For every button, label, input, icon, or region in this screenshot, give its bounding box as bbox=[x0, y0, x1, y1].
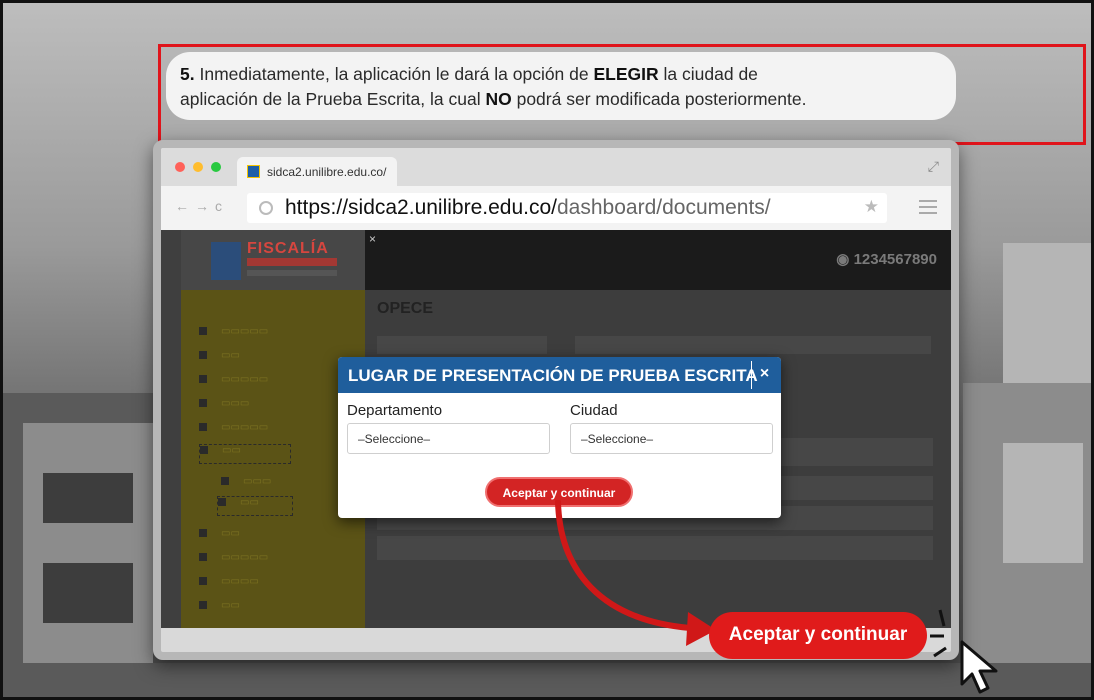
url-field[interactable]: https://sidca2.unilibre.edu.co/dashboard… bbox=[247, 193, 887, 223]
modal-header: LUGAR DE PRESENTACIÓN DE PRUEBA ESCRITA … bbox=[338, 357, 781, 393]
browser-tab[interactable]: sidca2.unilibre.edu.co/ bbox=[237, 157, 397, 186]
sidebar-item-2[interactable]: ▭▭ bbox=[199, 350, 240, 361]
url-path: dashboard/documents/ bbox=[557, 196, 771, 219]
mouse-cursor-icon bbox=[960, 640, 998, 694]
modal-close-button[interactable]: × bbox=[751, 361, 777, 389]
banner-line-2: aplicación de la Prueba Escrita, la cual… bbox=[180, 89, 807, 109]
close-window-dot[interactable] bbox=[175, 162, 185, 172]
logo-text: FISCALÍA bbox=[247, 240, 329, 257]
sidebar-item-7[interactable]: ▭▭ bbox=[199, 528, 240, 539]
ciudad-label: Ciudad bbox=[570, 402, 618, 419]
sidebar-item-1[interactable]: ▭▭▭▭▭ bbox=[199, 326, 268, 337]
departamento-select[interactable]: –Seleccione– bbox=[347, 423, 550, 454]
city-selection-modal: LUGAR DE PRESENTACIÓN DE PRUEBA ESCRITA … bbox=[338, 357, 781, 518]
sidebar-item-10[interactable]: ▭▭ bbox=[199, 600, 240, 611]
nav-buttons[interactable]: ←→c bbox=[175, 198, 228, 214]
tab-bar: sidca2.unilibre.edu.co/ ⤢ bbox=[161, 148, 951, 186]
fiscalia-emblem-icon bbox=[211, 242, 241, 280]
sidebar-item-9[interactable]: ▭▭▭▭ bbox=[199, 576, 259, 587]
ciudad-select[interactable]: –Seleccione– bbox=[570, 423, 773, 454]
ghost-field bbox=[575, 336, 931, 354]
sidebar-item-3[interactable]: ▭▭▭▭▭ bbox=[199, 374, 268, 385]
logo-tagline bbox=[247, 270, 337, 276]
favicon-icon bbox=[247, 165, 260, 178]
ghost-field bbox=[377, 336, 547, 354]
logo-subtitle bbox=[247, 258, 337, 266]
globe-icon bbox=[259, 201, 273, 215]
departamento-label: Departamento bbox=[347, 402, 443, 419]
callout-accept-button[interactable]: Aceptar y continuar bbox=[709, 612, 927, 659]
address-bar: ←→c https://sidca2.unilibre.edu.co/dashb… bbox=[161, 186, 951, 230]
page-title: OPECE bbox=[377, 300, 434, 317]
user-id[interactable]: ◉ 1234567890 bbox=[836, 250, 937, 268]
logo-area: FISCALÍA bbox=[181, 230, 365, 290]
tab-title: sidca2.unilibre.edu.co/ bbox=[267, 165, 387, 179]
modal-title: LUGAR DE PRESENTACIÓN DE PRUEBA ESCRITA bbox=[348, 366, 758, 385]
instruction-banner: 5. Inmediatamente, la aplicación le dará… bbox=[166, 52, 956, 120]
menu-icon[interactable] bbox=[919, 200, 937, 214]
sidebar-item-8[interactable]: ▭▭▭▭▭ bbox=[199, 552, 268, 563]
banner-line-1: 5. Inmediatamente, la aplicación le dará… bbox=[180, 64, 758, 84]
sidebar-item-4[interactable]: ▭▭▭ bbox=[199, 398, 249, 409]
sidebar-item-6[interactable]: ▭▭ bbox=[199, 444, 291, 464]
maximize-window-dot[interactable] bbox=[211, 162, 221, 172]
sidebar-item-5[interactable]: ▭▭▭▭▭ bbox=[199, 422, 268, 433]
url-host: https://sidca2.unilibre.edu.co/ bbox=[285, 196, 557, 219]
top-bar: ◉ 1234567890 bbox=[365, 230, 951, 290]
star-icon[interactable]: ★ bbox=[864, 197, 879, 217]
sidebar-subitem-1[interactable]: ▭▭▭ bbox=[221, 476, 271, 487]
expand-icon[interactable]: ⤢ bbox=[928, 158, 939, 175]
sidebar-subitem-2[interactable]: ▭▭ bbox=[217, 496, 293, 516]
close-icon[interactable]: × bbox=[369, 232, 376, 246]
minimize-window-dot[interactable] bbox=[193, 162, 203, 172]
